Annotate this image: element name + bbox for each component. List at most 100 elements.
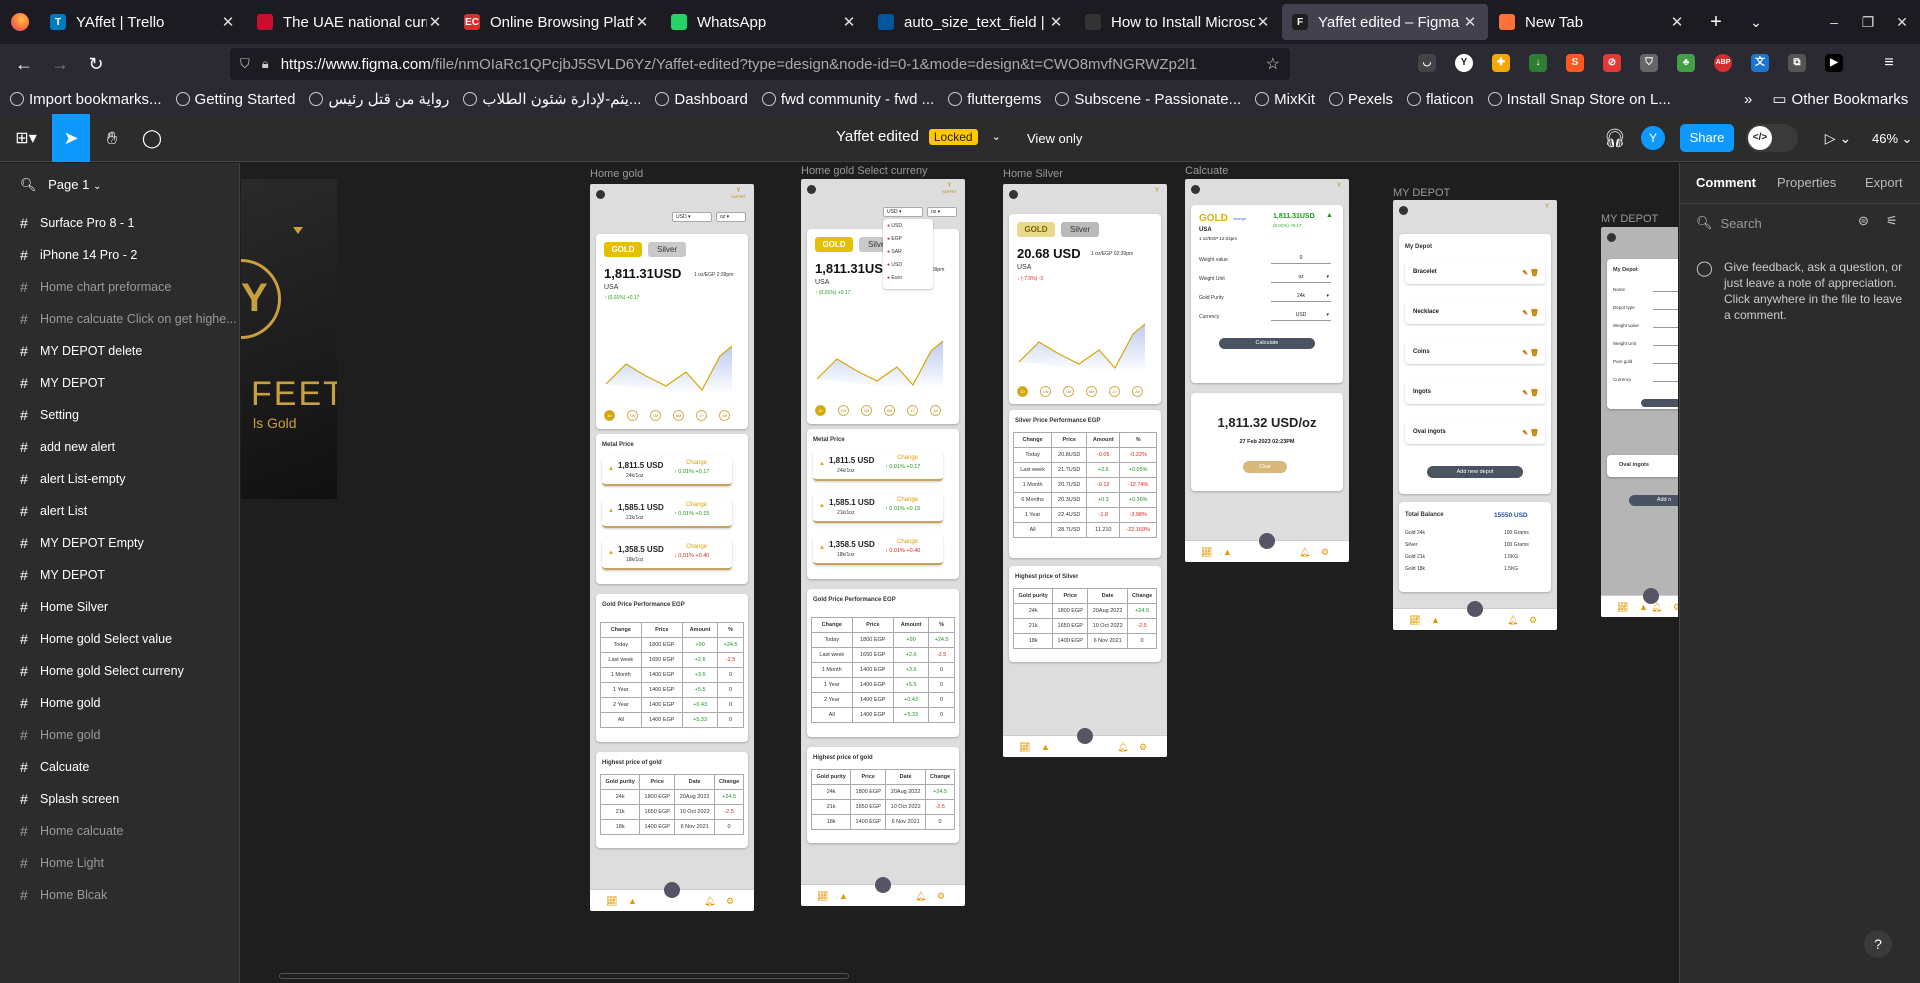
- bookmark-item[interactable]: flaticon: [1407, 90, 1474, 108]
- settings-gear-icon[interactable]: ⚙: [937, 891, 945, 902]
- time-range-chip[interactable]: All: [930, 405, 941, 416]
- back-icon[interactable]: [1191, 185, 1200, 194]
- tab-list-chevron-icon[interactable]: ⌄: [1736, 14, 1776, 31]
- bookmark-item[interactable]: Install Snap Store on L...: [1487, 90, 1671, 108]
- bookmark-item[interactable]: Getting Started: [175, 90, 295, 108]
- currency-dropdown[interactable]: USD ▾: [672, 212, 712, 222]
- settings-sliders-icon[interactable]: ⚟: [1886, 213, 1898, 229]
- reload-icon[interactable]: ↻: [78, 54, 114, 75]
- close-tab-icon[interactable]: ✕: [634, 13, 650, 31]
- avatar[interactable]: Y: [1641, 126, 1665, 150]
- my-depot-frame-2[interactable]: My Depot Name Depot type Weight value Weight…: [1601, 227, 1678, 617]
- frame-label[interactable]: Calcuate: [1185, 165, 1228, 177]
- search-input[interactable]: Search: [1721, 216, 1762, 231]
- layer-item[interactable]: # Home gold Select value: [20, 629, 172, 649]
- calculate-frame[interactable]: Y GOLD change 1,811.31USD ▲ (0.01%) +0.17 USA 1…: [1185, 179, 1349, 562]
- minimize-icon[interactable]: –: [1821, 10, 1847, 34]
- dev-mode-toggle[interactable]: </>: [1746, 124, 1798, 152]
- close-tab-icon[interactable]: ✕: [1462, 13, 1478, 31]
- help-button[interactable]: ?: [1864, 930, 1892, 958]
- extensions-puzzle-icon[interactable]: ⧉: [1788, 54, 1806, 72]
- browser-tab[interactable]: auto_size_text_field | ✕: [868, 4, 1074, 40]
- browser-tab[interactable]: How to Install Microso ✕: [1075, 4, 1281, 40]
- filter-icon[interactable]: ⊜: [1858, 213, 1869, 229]
- time-range-chip[interactable]: 1Y: [1109, 386, 1120, 397]
- time-range-chip[interactable]: 1M: [1063, 386, 1074, 397]
- play-ext-icon[interactable]: ▶: [1825, 54, 1843, 72]
- bell-icon[interactable]: 🔔︎: [704, 896, 715, 907]
- bookmark-item[interactable]: Pexels: [1329, 90, 1393, 108]
- time-range-chip[interactable]: 1W: [1040, 386, 1051, 397]
- bell-icon[interactable]: 🔔︎: [915, 891, 926, 902]
- yaffet-ext-icon[interactable]: Y: [1455, 54, 1473, 72]
- layer-item[interactable]: # alert List-empty: [20, 469, 125, 489]
- frame-label[interactable]: MY DEPOT: [1393, 187, 1450, 199]
- browser-tab[interactable]: The UAE national curre ✕: [247, 4, 453, 40]
- currency-option[interactable]: ● USD: [887, 262, 902, 268]
- bell-icon[interactable]: 🔔︎: [1651, 602, 1662, 613]
- present-play-icon[interactable]: ▷ ⌄: [1818, 114, 1858, 162]
- bookmark-item[interactable]: رواية من قتل رئيس: [309, 90, 449, 108]
- metal-price-row[interactable]: ▲ 1,585.1 USD 21k/1oz Change ↑ 0.01% +0.15: [813, 493, 943, 523]
- metal-price-row[interactable]: ▲ 1,358.5 USD 18k/1oz Change ↓ 0.01% +0.40: [813, 535, 943, 565]
- hand-tool-icon[interactable]: ✋︎: [94, 114, 130, 162]
- gold-tab[interactable]: GOLD: [604, 242, 642, 257]
- layer-item[interactable]: # MY DEPOT delete: [20, 341, 142, 361]
- currency-option[interactable]: ● USD: [887, 223, 902, 229]
- menu-hamburger-icon[interactable]: ≡: [1880, 54, 1898, 72]
- metal-price-row[interactable]: ▲ 1,585.1 USD 21k/1oz Change ↑ 0.01% +0.15: [602, 498, 732, 528]
- edit-delete-icon[interactable]: ✎ 🗑︎: [1522, 349, 1539, 357]
- edit-delete-icon[interactable]: ✎ 🗑︎: [1522, 309, 1539, 317]
- close-tab-icon[interactable]: ✕: [1255, 13, 1271, 31]
- gold-bars-icon[interactable]: ▲: [628, 896, 637, 906]
- browser-tab[interactable]: New Tab ✕: [1489, 4, 1695, 40]
- layer-item[interactable]: # Splash screen: [20, 789, 119, 809]
- blocker-icon[interactable]: ⊘: [1603, 54, 1621, 72]
- calculator-button[interactable]: [875, 877, 891, 893]
- close-tab-icon[interactable]: ✕: [841, 13, 857, 31]
- layer-item[interactable]: # Home gold: [20, 725, 100, 745]
- depot2-field-input[interactable]: [1653, 339, 1678, 346]
- time-range-chip[interactable]: 1M: [650, 410, 661, 421]
- metal-price-row[interactable]: ▲ 1,358.5 USD 18k/1oz Change ↓ 0.01% +0.40: [602, 540, 732, 570]
- oval-ingots-row[interactable]: Oval ingots: [1607, 455, 1678, 477]
- close-tab-icon[interactable]: ✕: [1669, 13, 1685, 31]
- close-window-icon[interactable]: ✕: [1889, 10, 1915, 34]
- splash-frame[interactable]: Y FEET ls Gold: [241, 179, 337, 499]
- chart-icon[interactable]: 📈︎: [1019, 742, 1030, 753]
- calculate-button[interactable]: Calculate: [1219, 338, 1315, 349]
- chart-icon[interactable]: 📈︎: [606, 896, 617, 907]
- gold-bars-icon[interactable]: ▲: [1639, 602, 1648, 612]
- back-icon[interactable]: [1607, 233, 1616, 242]
- url-bar[interactable]: ⛉ 🔒︎ https://www.figma.com/file/nmOIaRc1…: [230, 48, 1290, 80]
- bookmark-item[interactable]: fluttergems: [948, 90, 1041, 108]
- calc-field-input[interactable]: USD ▾: [1271, 312, 1331, 321]
- back-icon[interactable]: [1399, 206, 1408, 215]
- search-icon[interactable]: 🔍︎: [20, 177, 37, 192]
- layer-item[interactable]: # Home Silver: [20, 597, 108, 617]
- layer-item[interactable]: # MY DEPOT Empty: [20, 533, 144, 553]
- silver-tab[interactable]: Silver: [1061, 222, 1099, 237]
- time-range-chip[interactable]: All: [1132, 386, 1143, 397]
- headphones-icon[interactable]: 🎧︎: [1600, 114, 1630, 162]
- zoom-level[interactable]: 46% ⌄: [1872, 131, 1913, 147]
- download-ext-icon[interactable]: ↓: [1529, 54, 1547, 72]
- bell-icon[interactable]: 🔔︎: [1117, 742, 1128, 753]
- layer-item[interactable]: # Home Blcak: [20, 885, 107, 905]
- layer-item[interactable]: # Home Light: [20, 853, 104, 873]
- calc-field-input[interactable]: 0: [1271, 255, 1331, 264]
- horizontal-scrollbar[interactable]: [279, 973, 849, 979]
- frame-label[interactable]: Home Silver: [1003, 168, 1063, 180]
- depot-item[interactable]: Coins ✎ 🗑︎: [1405, 342, 1545, 364]
- new-tab-button[interactable]: +: [1696, 11, 1736, 34]
- close-tab-icon[interactable]: ✕: [427, 13, 443, 31]
- comment-tool-icon[interactable]: ◯: [134, 114, 170, 162]
- settings-gear-icon[interactable]: ⚙: [1139, 742, 1147, 753]
- calc-field-input[interactable]: oz ▾: [1271, 274, 1331, 283]
- home-gold-frame[interactable]: YYAFFET USD ▾ oz ▾ GOLD Silver 1,811.31USD 1 o…: [590, 184, 754, 911]
- chart-icon[interactable]: 📈︎: [1617, 602, 1628, 613]
- settings-gear-icon[interactable]: ⚙: [1529, 615, 1537, 626]
- pocket-icon[interactable]: ◡: [1418, 54, 1436, 72]
- add-depot-button[interactable]: Add new depot: [1427, 466, 1523, 478]
- design-canvas[interactable]: Y FEET ls Gold Home gold Home gold Selec…: [241, 163, 1678, 983]
